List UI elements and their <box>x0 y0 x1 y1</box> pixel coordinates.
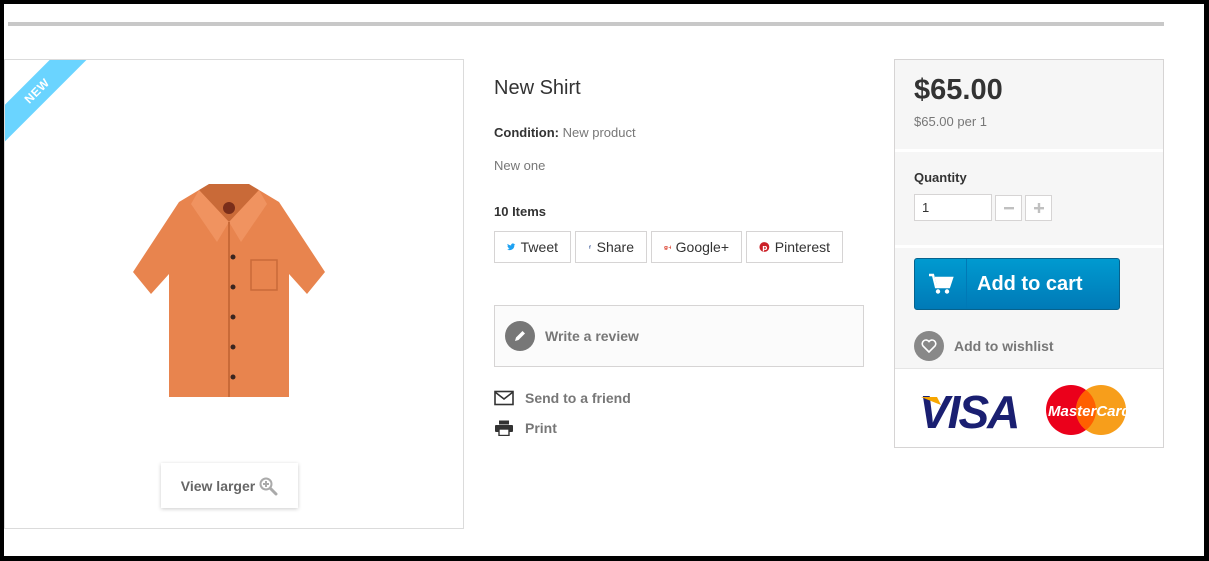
add-to-wishlist-label: Add to wishlist <box>954 338 1054 354</box>
pinterest-label: Pinterest <box>774 239 830 255</box>
view-larger-button[interactable]: View larger <box>161 463 298 508</box>
svg-text:MasterCard: MasterCard <box>1048 403 1131 420</box>
svg-text:g+: g+ <box>664 245 671 251</box>
zoom-icon <box>259 477 278 495</box>
items-count: 10 Items <box>494 204 547 219</box>
short-description: New one <box>494 158 546 173</box>
envelope-icon <box>494 390 514 406</box>
divider <box>895 245 1163 248</box>
new-badge: NEW <box>5 60 96 150</box>
heart-icon <box>914 331 944 361</box>
write-review-label: Write a review <box>545 328 639 344</box>
google-plus-icon: g+ <box>664 245 671 251</box>
top-divider <box>8 22 1164 26</box>
add-to-cart-button[interactable]: Add to cart <box>914 258 1120 310</box>
write-review-button[interactable]: Write a review <box>494 305 864 367</box>
minus-icon <box>1003 207 1014 210</box>
view-larger-label: View larger <box>180 477 256 494</box>
google-plus-label: Google+ <box>675 239 729 255</box>
unit-price: $65.00 per 1 <box>914 114 988 129</box>
product-price: $65.00 <box>914 74 1003 106</box>
product-image-block: NEW View larger <box>4 59 464 529</box>
print-label: Print <box>525 420 557 436</box>
send-to-friend-link[interactable]: Send to a friend <box>494 390 631 406</box>
condition-value: New product <box>562 125 636 140</box>
buy-box: $65.00 $65.00 per 1 Quantity Add to cart… <box>894 59 1164 448</box>
svg-text:p: p <box>762 243 767 252</box>
pinterest-icon: p <box>759 242 770 252</box>
cart-icon <box>915 259 967 309</box>
add-to-cart-label: Add to cart <box>977 272 1083 295</box>
send-to-friend-label: Send to a friend <box>525 390 631 406</box>
plus-icon <box>1033 203 1044 213</box>
svg-text:VISA: VISA <box>919 386 1018 437</box>
tweet-label: Tweet <box>520 239 558 255</box>
pencil-icon <box>505 321 535 351</box>
printer-icon <box>495 420 513 436</box>
share-button[interactable]: Share <box>575 231 647 263</box>
add-to-wishlist-button[interactable]: Add to wishlist <box>914 331 1054 361</box>
product-condition: Condition: New product <box>494 125 636 140</box>
quantity-increase-button[interactable] <box>1025 195 1052 221</box>
print-link[interactable]: Print <box>494 420 557 436</box>
social-share-bar: Tweet Share g+ Google+ p Pinterest <box>494 231 843 263</box>
condition-label: Condition: <box>494 125 559 140</box>
quantity-decrease-button[interactable] <box>995 195 1022 221</box>
twitter-icon <box>507 243 516 251</box>
tweet-button[interactable]: Tweet <box>494 231 571 263</box>
google-plus-button[interactable]: g+ Google+ <box>651 231 742 263</box>
pinterest-button[interactable]: p Pinterest <box>746 231 843 263</box>
quantity-label: Quantity <box>914 170 967 185</box>
quantity-input[interactable] <box>914 194 992 221</box>
payment-cards-logo: VISA MasterCard <box>919 385 1131 437</box>
product-image-shirt[interactable] <box>129 182 329 402</box>
payment-methods: VISA MasterCard <box>895 368 1163 447</box>
share-label: Share <box>596 239 634 255</box>
divider <box>895 149 1163 152</box>
facebook-icon <box>589 245 591 249</box>
product-title: New Shirt <box>494 77 581 99</box>
